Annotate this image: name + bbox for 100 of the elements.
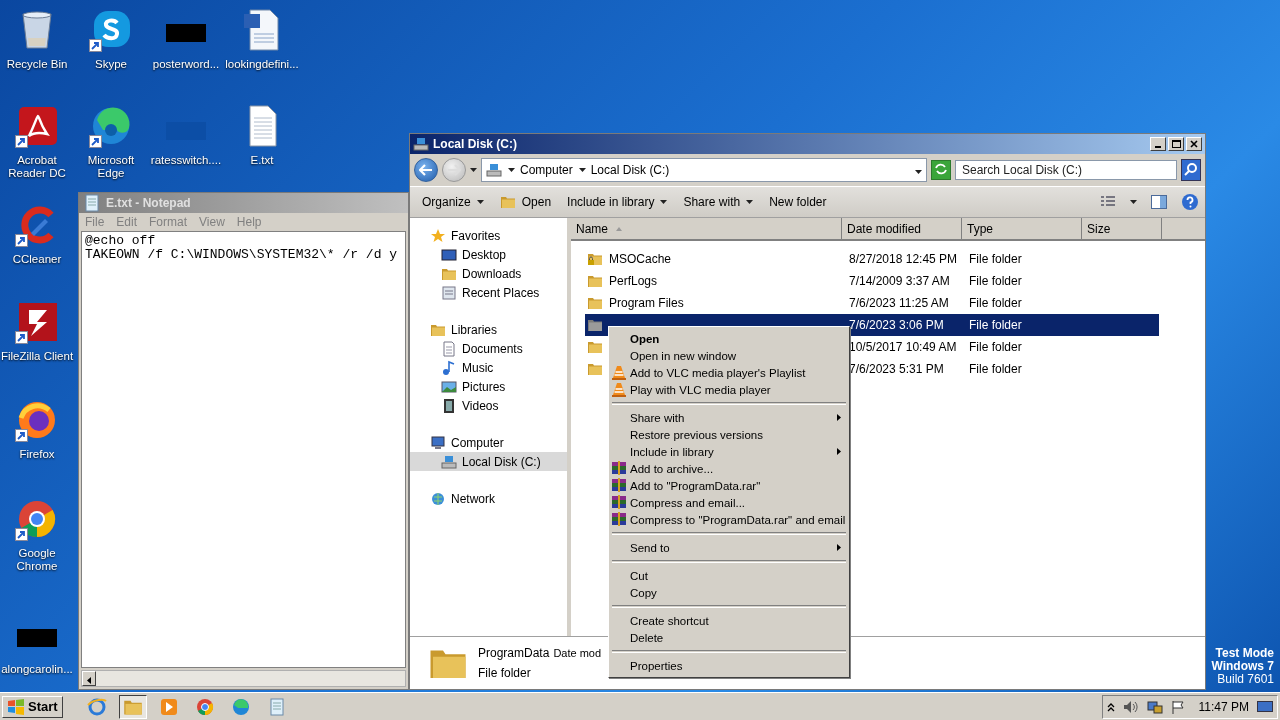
menu-item[interactable]: Copy xyxy=(611,584,847,601)
browser-icon xyxy=(86,696,107,717)
desktop-icon-label[interactable]: Microsoft Edge xyxy=(74,154,148,180)
menu-item[interactable]: Include in library xyxy=(611,443,847,460)
search-button[interactable] xyxy=(1181,159,1201,181)
shortcut-arrow-icon xyxy=(89,39,102,52)
nav-item[interactable]: Computer xyxy=(410,433,567,452)
date-cell-text: 7/6/2023 3:06 PM xyxy=(848,318,945,332)
breadcrumb-item[interactable]: Local Disk (C:) xyxy=(578,163,670,177)
shortcut-arrow-icon xyxy=(15,234,28,247)
file-name[interactable]: Program Files xyxy=(609,296,684,310)
text-line: TAKEOWN /f C:\WINDOWS\SYSTEM32\* /r /d y xyxy=(85,248,398,262)
menu-item[interactable]: Add to "ProgramData.rar" xyxy=(611,477,847,494)
menu-item[interactable]: Play with VLC media player xyxy=(611,381,847,398)
date-cell-text: 7/6/2023 11:25 AM xyxy=(848,296,950,310)
menu-item[interactable]: Open in new window xyxy=(611,347,847,364)
nav-item[interactable]: Local Disk (C:) xyxy=(410,452,567,471)
desktop-icon-label[interactable]: alongcarolin... xyxy=(1,663,73,676)
nav-item[interactable]: Network xyxy=(410,489,567,508)
desktop-icon-label[interactable]: Acrobat Reader DC xyxy=(0,154,74,180)
desktop-icon-label[interactable]: posterword... xyxy=(152,58,220,71)
desktop-icon-label[interactable]: Google Chrome xyxy=(0,547,74,573)
browser-icon xyxy=(230,696,251,717)
shortcut-arrow-icon xyxy=(15,331,28,344)
toolbar-button[interactable]: New folder xyxy=(763,192,833,212)
menu-item[interactable]: Send to xyxy=(611,539,847,556)
archive-icon xyxy=(612,512,626,526)
speaker-icon[interactable] xyxy=(1122,699,1139,714)
item-type: File folder xyxy=(478,666,532,680)
toolbar-button[interactable]: Organize xyxy=(416,192,490,212)
menu-item[interactable]: Compress to "ProgramData.rar" and email xyxy=(611,511,847,528)
toolbar-button[interactable]: Include in library xyxy=(561,192,674,212)
media-player-icon xyxy=(158,696,179,717)
desktop-icon-label[interactable]: lookingdefini... xyxy=(225,58,299,71)
start-button[interactable]: Start xyxy=(2,695,63,718)
drive-icon xyxy=(413,136,429,152)
address-bar[interactable]: Computer Local Disk (C:) xyxy=(481,158,927,182)
scroll-left-button[interactable] xyxy=(82,671,96,686)
desktop-icon-label[interactable]: FileZilla Client xyxy=(0,350,74,363)
menu-item[interactable]: Create shortcut xyxy=(611,612,847,629)
desktop-icon-label[interactable]: Firefox xyxy=(19,448,55,461)
view-options-icon[interactable] xyxy=(1100,195,1116,209)
toolbar-button[interactable]: Open xyxy=(493,191,558,213)
film-icon xyxy=(441,397,457,414)
maximize-button[interactable] xyxy=(1168,137,1184,151)
menu-item[interactable]: Cut xyxy=(611,567,847,584)
desktop-icon-label[interactable]: CCleaner xyxy=(12,253,62,266)
desktop-icon-label[interactable]: Recycle Bin xyxy=(6,58,68,71)
archive-icon xyxy=(612,461,626,475)
nav-item[interactable]: Music xyxy=(410,358,567,377)
flag-icon[interactable] xyxy=(1170,699,1185,714)
nav-item[interactable]: Documents xyxy=(410,339,567,358)
breadcrumb-item[interactable]: Computer xyxy=(508,163,573,177)
close-icon xyxy=(1190,140,1198,148)
clock[interactable]: 11:47 PM xyxy=(1198,699,1249,714)
drive-icon xyxy=(441,453,457,470)
close-button[interactable] xyxy=(1186,137,1202,151)
nav-item[interactable]: Videos xyxy=(410,396,567,415)
shortcut-arrow-icon xyxy=(15,528,28,541)
menu-item[interactable]: Delete xyxy=(611,629,847,646)
type-cell-text: File folder xyxy=(969,296,1023,310)
type-cell-text: File folder xyxy=(969,318,1023,332)
menu-item[interactable]: Restore previous versions xyxy=(611,426,847,443)
cone-icon xyxy=(612,382,626,397)
horizontal-scrollbar[interactable] xyxy=(81,670,406,687)
menu-item[interactable]: Properties xyxy=(611,657,847,674)
file-name[interactable]: MSOCache xyxy=(609,252,672,266)
desktop-icon-label[interactable]: E.txt xyxy=(250,154,274,167)
nav-item[interactable]: Desktop xyxy=(410,245,567,264)
menu-item[interactable]: Add to archive... xyxy=(611,460,847,477)
menu-item[interactable]: Add to VLC media player's Playlist xyxy=(611,364,847,381)
chevron-up-icon[interactable] xyxy=(1106,701,1115,712)
refresh-button[interactable] xyxy=(931,160,951,180)
sort-arrow-icon xyxy=(616,226,622,231)
menu-item[interactable]: Share with xyxy=(611,409,847,426)
desktop-icon-label[interactable]: ratesswitch.... xyxy=(150,154,222,167)
back-arrow-icon xyxy=(419,164,433,176)
item-name: ProgramData xyxy=(478,646,550,660)
nav-item[interactable]: Libraries xyxy=(410,320,567,339)
file-name[interactable]: PerfLogs xyxy=(609,274,658,288)
archive-icon xyxy=(612,495,626,509)
nav-item[interactable]: Pictures xyxy=(410,377,567,396)
search-field[interactable]: Search Local Disk (C:) xyxy=(955,160,1177,180)
menu-item[interactable]: Compress and email... xyxy=(611,494,847,511)
type-cell-text: File folder xyxy=(969,274,1023,288)
nav-item[interactable]: Favorites xyxy=(410,226,567,245)
help-icon[interactable] xyxy=(1181,193,1199,211)
archive-icon xyxy=(612,478,626,492)
text-editor[interactable]: @echo off TAKEOWN /f C:\WINDOWS\SYSTEM32\* /r /d y xyxy=(81,231,406,668)
nav-item[interactable]: Recent Places xyxy=(410,283,567,302)
date-cell-text: 10/5/2017 10:49 AM xyxy=(848,340,958,354)
back-button[interactable] xyxy=(414,158,438,182)
nav-item[interactable]: Downloads xyxy=(410,264,567,283)
show-desktop-icon[interactable] xyxy=(1257,699,1273,714)
minimize-button[interactable] xyxy=(1150,137,1166,151)
desktop-icon-label[interactable]: Skype xyxy=(95,58,127,71)
taskbar-app-button[interactable] xyxy=(118,694,147,719)
network-icon[interactable] xyxy=(1146,699,1163,714)
toolbar-button[interactable]: Share with xyxy=(677,192,760,212)
preview-pane-icon[interactable] xyxy=(1151,194,1167,210)
